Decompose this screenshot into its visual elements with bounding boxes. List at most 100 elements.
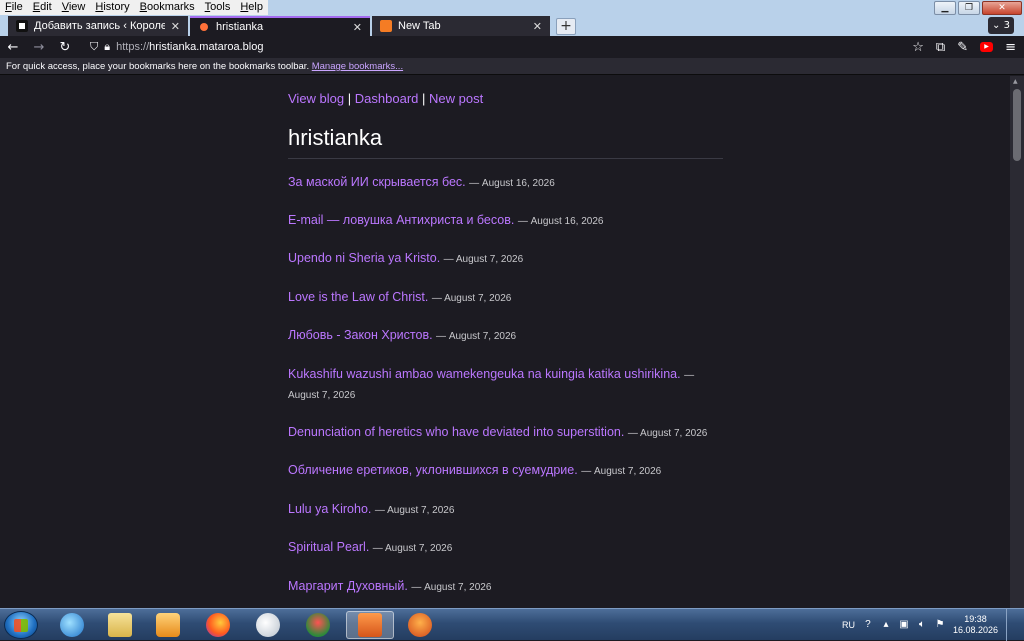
show-desktop-button[interactable] [1006, 609, 1016, 641]
volume-icon[interactable]: 🔈︎ [917, 620, 927, 630]
post-link[interactable]: Маргарит Духовный. [288, 579, 408, 593]
dashboard-link[interactable]: Dashboard [355, 91, 419, 106]
back-arrow-icon[interactable]: ← [0, 40, 26, 55]
post-link[interactable]: Lulu ya Kiroho. [288, 502, 371, 516]
post-link[interactable]: Upendo ni Sheria ya Kristo. [288, 251, 440, 265]
bookmarks-toolbar: For quick access, place your bookmarks h… [0, 58, 1024, 75]
manage-bookmarks-link[interactable]: Manage bookmarks... [312, 61, 403, 72]
list-item: Маргарит Духовный. — August 7, 2026 [288, 577, 728, 597]
extension-icon[interactable]: ✎ [957, 40, 968, 55]
list-item: Upendo ni Sheria ya Kristo. — August 7, … [288, 249, 728, 269]
hamburger-menu-icon[interactable]: ≡ [1005, 40, 1016, 55]
tab-label: hristianka [216, 21, 264, 33]
window-controls: ▁ ❐ ✕ [934, 1, 1022, 15]
post-link[interactable]: E-mail — ловушка Антихриста и бесов. [288, 213, 514, 227]
new-post-link[interactable]: New post [429, 91, 483, 106]
start-button[interactable] [4, 611, 38, 639]
close-tab-icon[interactable]: ✕ [533, 20, 542, 33]
firefox-newtab-icon [380, 20, 392, 32]
post-link[interactable]: Любовь - Закон Христов. [288, 328, 433, 342]
post-date: — August 7, 2026 [411, 582, 492, 593]
action-center-icon[interactable]: ⚑ [935, 620, 945, 630]
list-item: Spiritual Pearl. — August 7, 2026 [288, 538, 728, 558]
post-date: — August 7, 2026 [431, 293, 512, 304]
internet-explorer-icon[interactable] [50, 611, 94, 639]
extensions-icon[interactable]: ⧉ [936, 40, 945, 55]
scrollbar-thumb[interactable] [1013, 89, 1021, 161]
file-explorer-icon[interactable] [98, 611, 142, 639]
restore-button[interactable]: ❐ [958, 1, 980, 15]
tor-browser-icon[interactable] [398, 611, 442, 639]
list-item: Обличение еретиков, уклонившихся в суему… [288, 461, 728, 481]
post-date: — August 7, 2026 [581, 466, 662, 477]
post-link[interactable]: За маской ИИ скрывается бес. [288, 175, 466, 189]
list-item: За маской ИИ скрывается бес. — August 16… [288, 173, 728, 193]
bookmarks-hint-text: For quick access, place your bookmarks h… [6, 61, 310, 72]
post-link[interactable]: Love is the Law of Christ. [288, 290, 428, 304]
youtube-extension-icon[interactable]: ▶ [980, 42, 994, 52]
reload-icon[interactable]: ↻ [52, 40, 78, 55]
scroll-up-arrow-icon[interactable]: ▲ [1013, 78, 1018, 85]
post-date: — August 16, 2026 [517, 216, 604, 227]
post-date: — August 7, 2026 [627, 428, 708, 439]
menu-view[interactable]: View [57, 0, 91, 15]
new-tab-button[interactable]: + [556, 18, 576, 35]
post-date: — August 7, 2026 [436, 331, 517, 342]
blog-nav: View blog | Dashboard | New post [288, 91, 483, 106]
close-tab-icon[interactable]: ✕ [353, 21, 362, 34]
firefox-browser-taskbar-icon[interactable] [346, 611, 394, 639]
forward-arrow-icon[interactable]: → [26, 40, 52, 55]
view-blog-link[interactable]: View blog [288, 91, 344, 106]
list-item: E-mail — ловушка Антихриста и бесов. — A… [288, 211, 728, 231]
tab-count: 3 [1003, 20, 1010, 31]
tab-add-post[interactable]: Добавить запись ‹ Королевств ✕ [8, 16, 188, 36]
menu-history[interactable]: History [90, 0, 134, 15]
media-player-icon[interactable] [146, 611, 190, 639]
blog-favicon-icon [16, 20, 28, 32]
menu-bookmarks[interactable]: Bookmarks [135, 0, 200, 15]
watermelon-app-icon[interactable] [296, 611, 340, 639]
navigation-toolbar: ← → ↻ ⛉ 🔒︎ https://hristianka.mataroa.bl… [0, 36, 1024, 58]
nav-separator: | [347, 91, 352, 106]
help-icon[interactable]: ? [863, 620, 873, 630]
moon-browser-icon[interactable] [246, 611, 290, 639]
tray-arrow-icon[interactable]: ▴ [881, 620, 891, 630]
post-date: — August 16, 2026 [469, 178, 555, 189]
url-text[interactable]: https://hristianka.mataroa.blog [116, 41, 263, 53]
minimize-button[interactable]: ▁ [934, 1, 956, 15]
post-link[interactable]: Обличение еретиков, уклонившихся в суему… [288, 463, 578, 477]
url-host: hristianka.mataroa.blog [149, 41, 264, 53]
tab-label: New Tab [398, 20, 441, 32]
post-link[interactable]: Spiritual Pearl. [288, 540, 369, 554]
list-all-tabs-button[interactable]: ⌄ 3 [988, 17, 1014, 34]
tab-hristianka[interactable]: hristianka ✕ [190, 16, 370, 36]
mataroa-favicon-icon [200, 23, 208, 31]
close-window-button[interactable]: ✕ [982, 1, 1022, 15]
tab-label: Добавить запись ‹ Королевств [34, 20, 165, 32]
firefox-icon[interactable] [196, 611, 240, 639]
menu-file[interactable]: File [0, 0, 28, 15]
bookmark-star-icon[interactable]: ☆ [912, 40, 924, 55]
network-icon[interactable]: ▣ [899, 620, 909, 630]
list-item: Denunciation of heretics who have deviat… [288, 423, 728, 443]
menu-tools[interactable]: Tools [200, 0, 236, 15]
clock[interactable]: 19:38 16.08.2026 [953, 614, 998, 636]
menu-edit[interactable]: Edit [28, 0, 57, 15]
page-viewport: View blog | Dashboard | New post hristia… [0, 76, 1010, 608]
language-indicator[interactable]: RU [842, 620, 855, 630]
shield-icon[interactable]: ⛉ [90, 41, 98, 54]
lock-icon[interactable]: 🔒︎ [104, 41, 110, 54]
post-link[interactable]: Denunciation of heretics who have deviat… [288, 425, 624, 439]
menu-bar: File Edit View History Bookmarks Tools H… [0, 0, 268, 15]
clock-time: 19:38 [964, 614, 987, 624]
post-link[interactable]: Kukashifu wazushi ambao wamekengeuka na … [288, 367, 681, 381]
system-tray: RU ? ▴ ▣ 🔈︎ ⚑ 19:38 16.08.2026 [842, 609, 1024, 641]
tab-new-tab[interactable]: New Tab ✕ [372, 16, 550, 36]
taskbar: RU ? ▴ ▣ 🔈︎ ⚑ 19:38 16.08.2026 [0, 608, 1024, 641]
page-scrollbar[interactable]: ▲ [1010, 76, 1024, 608]
menu-help[interactable]: Help [235, 0, 268, 15]
url-bar[interactable]: ⛉ 🔒︎ https://hristianka.mataroa.blog [90, 36, 870, 58]
chevron-down-icon: ⌄ [992, 20, 1001, 31]
close-tab-icon[interactable]: ✕ [171, 20, 180, 33]
post-date: — August 7, 2026 [443, 254, 524, 265]
